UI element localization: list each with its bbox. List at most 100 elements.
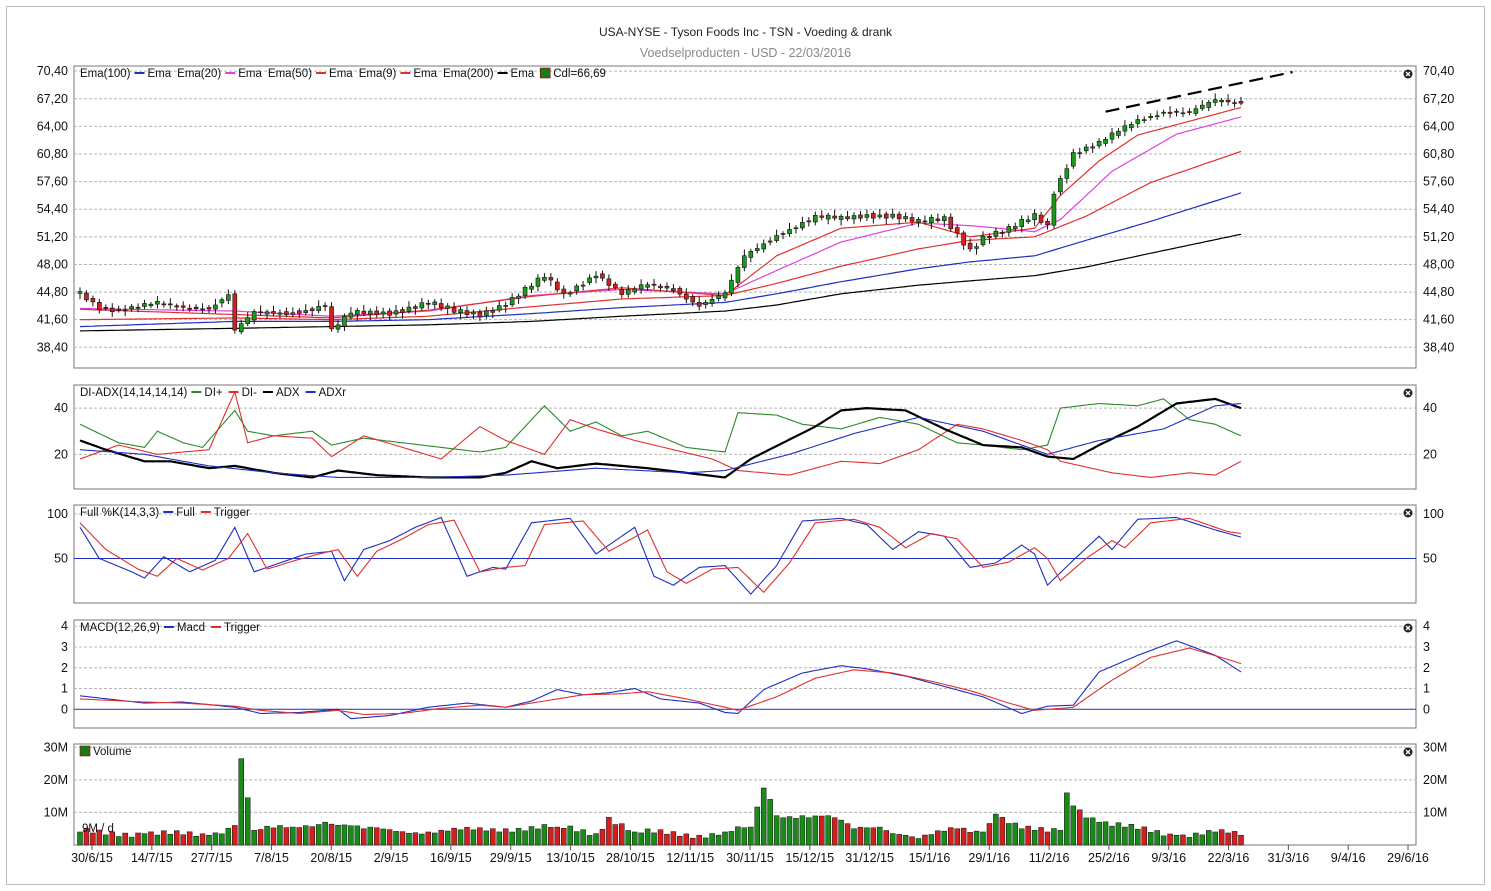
volume-bar <box>748 826 754 846</box>
candle-body <box>1219 100 1224 103</box>
volume-bar <box>554 826 561 846</box>
candle-body <box>800 222 805 229</box>
volume-bar <box>128 836 135 846</box>
candle-body <box>871 213 876 219</box>
candle-body <box>671 288 676 292</box>
volume-bar <box>825 815 831 846</box>
volume-bar <box>1109 825 1115 846</box>
volume-bar <box>973 830 980 846</box>
volume-bar <box>1025 825 1031 846</box>
candle-body <box>638 284 644 290</box>
panel-price-ytick-left: 57,60 <box>37 175 68 189</box>
volume-bar <box>915 838 922 846</box>
candle-body <box>355 310 360 315</box>
volume-bar <box>199 833 206 846</box>
x-axis-label: 30/6/15 <box>71 851 113 865</box>
candle-body <box>651 283 657 286</box>
candle-body <box>129 306 134 310</box>
panel-price-ytick-right: 44,80 <box>1423 285 1454 299</box>
volume-bar <box>457 829 464 846</box>
x-axis-label: 29/9/15 <box>490 851 532 865</box>
volume-bar <box>335 825 341 846</box>
candle-body <box>168 303 173 306</box>
x-axis-label: 14/7/15 <box>131 851 173 865</box>
volume-bar <box>1115 822 1122 846</box>
candle-body <box>1064 168 1070 179</box>
volume-bar <box>586 835 593 846</box>
x-axis-label: 25/2/16 <box>1088 851 1130 865</box>
candle-body <box>974 246 979 249</box>
candle-body <box>767 240 773 243</box>
candle-body <box>722 292 728 299</box>
candle-body <box>1167 111 1173 114</box>
candle-body <box>226 294 231 301</box>
volume-bar <box>135 832 141 846</box>
x-axis-label: 27/7/15 <box>191 851 233 865</box>
candle-body <box>374 310 380 315</box>
candle-body <box>135 306 141 309</box>
volume-bar <box>1180 834 1186 846</box>
volume-bar <box>1006 823 1012 846</box>
volume-bar <box>857 826 864 846</box>
volume-bar <box>1077 809 1083 846</box>
candle-body <box>922 220 928 223</box>
x-axis-label: 31/3/16 <box>1268 851 1310 865</box>
volume-bar <box>1186 837 1193 846</box>
candle-body <box>509 297 515 306</box>
volume-bar <box>625 830 631 846</box>
candle-body <box>451 307 457 313</box>
volume-bar <box>1051 828 1057 846</box>
candle-body <box>696 302 702 307</box>
volume-note: 9M / d <box>82 823 114 835</box>
volume-bar <box>490 828 496 846</box>
panel-price-ytick-right: 41,60 <box>1423 313 1454 327</box>
volume-bar <box>154 834 161 846</box>
candle-body <box>109 307 115 313</box>
volume-bar <box>954 828 960 846</box>
panel-di-adx-legend-series: ADXr <box>319 387 347 399</box>
candle-body <box>251 311 257 321</box>
panel-di-adx-legend-label: DI-ADX(14,14,14,14) <box>80 387 188 399</box>
volume-bar <box>1160 835 1167 846</box>
candle-body <box>1212 99 1218 103</box>
volume-bar <box>844 823 851 846</box>
panel-price-ytick-right: 48,00 <box>1423 257 1454 271</box>
candle-body <box>1116 130 1121 136</box>
volume-bar <box>606 817 612 846</box>
volume-bar <box>470 829 477 846</box>
candle-body <box>445 305 450 309</box>
volume-bar <box>1089 817 1096 846</box>
volume-bar <box>412 832 419 846</box>
panel-price-ytick-left: 41,60 <box>37 313 68 327</box>
candle-body <box>97 302 102 311</box>
candle-body <box>516 295 521 299</box>
panel-macd-legend-series: Trigger <box>224 622 260 634</box>
panel-macd-legend-series: Macd <box>177 622 205 634</box>
panel-di-adx-ytick-left: 40 <box>54 401 68 415</box>
candle-body <box>1077 152 1083 154</box>
candle-body <box>471 311 476 315</box>
panel-stochastic-legend-series: Full <box>176 507 195 519</box>
candle-body <box>458 309 463 313</box>
volume-bar <box>1173 834 1180 846</box>
volume-bar <box>328 823 335 846</box>
volume-bar <box>986 823 993 846</box>
panel-stochastic-legend-series: Trigger <box>214 507 250 519</box>
candle-body <box>845 216 850 219</box>
volume-bar <box>619 823 625 846</box>
candle-body <box>619 288 625 295</box>
volume-bar <box>380 828 386 846</box>
candle-body <box>1154 115 1160 118</box>
volume-bar <box>444 830 451 846</box>
volume-bar <box>103 834 109 846</box>
volume-bar <box>1147 832 1154 846</box>
volume-bar <box>1083 817 1089 846</box>
volume-bar <box>393 831 399 846</box>
candle-body <box>1058 178 1063 193</box>
volume-bar <box>1031 829 1038 846</box>
volume-bar <box>1141 826 1147 846</box>
candle-body <box>677 288 683 295</box>
volume-bar <box>225 827 232 846</box>
volume-bar <box>948 827 954 846</box>
candle-body <box>838 215 844 220</box>
